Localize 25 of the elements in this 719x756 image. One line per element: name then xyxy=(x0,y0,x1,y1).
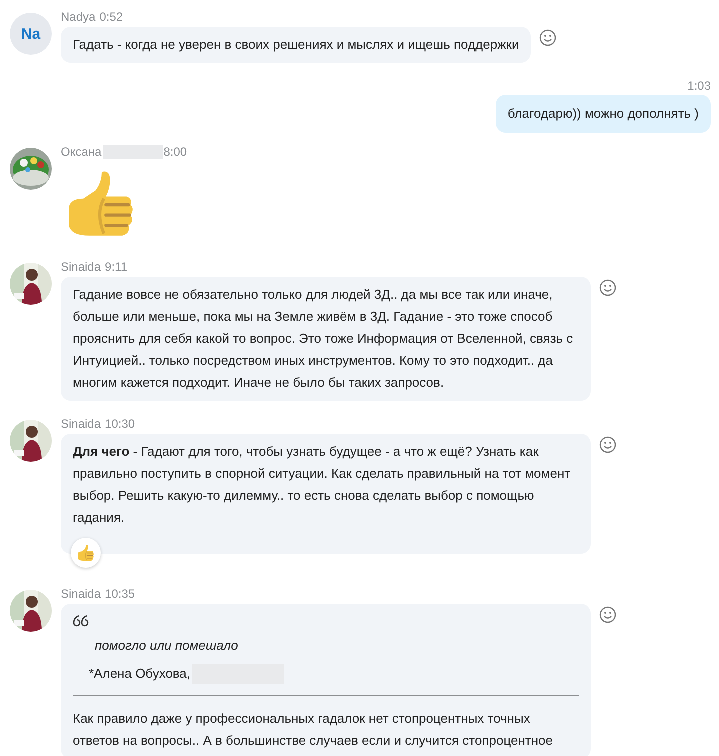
message-time: 8:00 xyxy=(164,145,188,159)
message-text: Как правило даже у профессиональных гадалок нет стопроцентных точных ответов на вопросы.. А в большинстве случаев если и случится стопроцентное xyxy=(73,711,553,748)
sender-name: Sinaida xyxy=(61,587,102,601)
message-text: Для чего - Гадают для того, чтобы узнать будущее - а что ж ещё? Узнать как правильно поступить в спорной ситуации. Как сделать правильный на тот момент выбор. Решить какую-то дилемму.. то есть снова сделать выбор с помощью гадания. xyxy=(73,444,571,525)
emoji-icon[interactable] xyxy=(539,29,558,47)
avatar: Na xyxy=(10,13,52,55)
thumbs-up-icon xyxy=(77,544,95,562)
sender-name: Оксана xyxy=(61,145,102,159)
emoji-icon[interactable] xyxy=(599,606,617,624)
message-time: 0:52 xyxy=(100,10,124,24)
message-bubble: благодарю)) можно дополнять ) xyxy=(496,95,711,133)
message-text: Гадание вовсе не обязательно только для людей 3Д.. да мы все так или иначе, больше или меньше, пока мы на Земле живём в 3Д. Гадание - это тоже способ прояснить для себя какой то вопрос. Это тоже Информация от Вселенной, связь с Интуицией.. только посредством иных инструментов. Кому то это подходит.. да многим кажется подходит. Иначе не было бы таких запросов. xyxy=(73,287,574,390)
message-time: 10:35 xyxy=(105,587,136,601)
sender-name: Sinaida xyxy=(61,260,102,274)
emoji-icon[interactable] xyxy=(599,436,617,454)
message-time: 10:30 xyxy=(105,417,136,431)
message-time: 9:11 xyxy=(105,260,128,274)
quote-icon xyxy=(73,615,89,627)
emoji-icon[interactable] xyxy=(599,279,617,297)
quote-text: помогло или помешало xyxy=(94,637,240,655)
message-text: Гадать - когда не уверен в своих решениях и мыслях и ищешь поддержки xyxy=(73,37,520,52)
quote-author: *Алена Обухова, xyxy=(89,665,191,683)
message-time: 1:03 xyxy=(688,79,711,93)
sender-name: Sinaida xyxy=(61,417,102,431)
sender-name: Nadya xyxy=(61,10,96,24)
